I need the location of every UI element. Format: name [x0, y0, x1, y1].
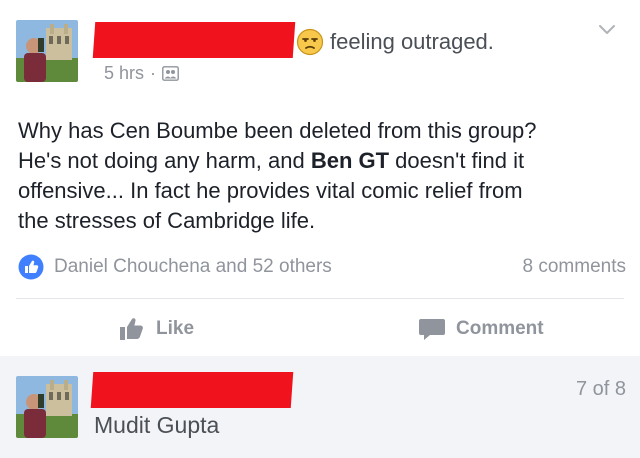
reactions-summary[interactable]: Daniel Chouchena and 52 others — [18, 254, 332, 280]
post-body-line: offensive... In fact he provides vital c… — [18, 178, 523, 203]
avatar-photo — [16, 376, 78, 438]
post-meta: 5 hrs · — [104, 63, 179, 84]
feeling-activity: feeling outraged. — [296, 28, 494, 56]
mentioned-user-link[interactable]: Ben GT — [311, 148, 389, 173]
next-item-avatar[interactable] — [16, 376, 78, 438]
post-body-text: He's not doing any harm, and — [18, 148, 311, 173]
post-card: feeling outraged. 5 hrs · Why has Cen Bo… — [0, 0, 640, 356]
avatar-photo — [16, 20, 78, 82]
post-body-text: doesn't find it — [389, 148, 525, 173]
next-notification-item[interactable]: Mudit Gupta 7 of 8 — [0, 356, 640, 458]
meta-separator: · — [150, 63, 157, 83]
chevron-down-icon[interactable] — [596, 20, 618, 38]
feeling-text: feeling outraged. — [330, 29, 494, 54]
post-timestamp[interactable]: 5 hrs — [104, 63, 144, 84]
unamused-face-icon — [296, 28, 324, 56]
like-button[interactable]: Like — [118, 312, 194, 346]
reactions-text: Daniel Chouchena and 52 others — [54, 256, 332, 277]
next-item-redaction — [90, 372, 294, 408]
post-body-line: He's not doing any harm, and Ben GT does… — [18, 146, 628, 176]
like-label: Like — [156, 318, 195, 339]
comment-label: Comment — [456, 318, 544, 339]
group-privacy-icon — [162, 66, 179, 81]
thumbs-up-icon — [120, 318, 143, 340]
comments-count-link[interactable]: 8 comments — [523, 256, 626, 278]
like-badge-icon — [18, 254, 44, 280]
post-body-line: Why has Cen Boumbe been deleted from thi… — [18, 118, 537, 143]
comment-button[interactable]: Comment — [418, 312, 544, 346]
post-body: Why has Cen Boumbe been deleted from thi… — [18, 116, 628, 236]
item-counter: 7 of 8 — [575, 378, 626, 400]
poster-name-redaction — [92, 22, 296, 58]
comment-bubble-icon — [419, 319, 445, 340]
poster-avatar[interactable] — [16, 20, 78, 82]
actions-divider — [16, 298, 624, 299]
next-item-name: Mudit Gupta — [94, 412, 220, 438]
post-body-line: the stresses of Cambridge life. — [18, 208, 316, 233]
